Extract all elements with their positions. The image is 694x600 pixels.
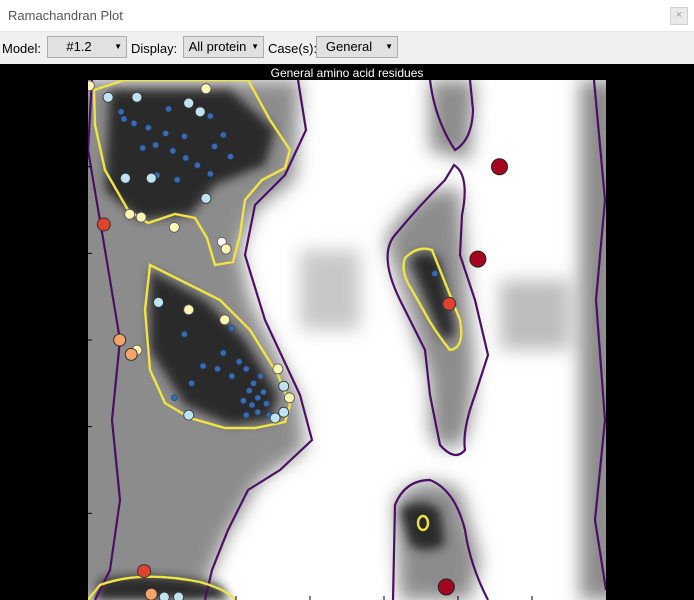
residue-point[interactable]	[278, 380, 290, 392]
residue-point[interactable]	[214, 365, 221, 373]
residue-point[interactable]	[173, 176, 181, 183]
residue-point[interactable]	[168, 221, 180, 233]
residue-point[interactable]	[442, 296, 457, 311]
residue-point[interactable]	[227, 153, 234, 160]
residue-point[interactable]	[137, 564, 152, 579]
residue-point[interactable]	[278, 406, 290, 418]
chevron-down-icon: ▼	[114, 42, 122, 51]
residue-point[interactable]	[254, 408, 262, 416]
residue-point[interactable]	[117, 108, 125, 116]
residue-point[interactable]	[250, 379, 257, 387]
residue-point[interactable]	[260, 388, 267, 396]
residue-point[interactable]	[120, 172, 131, 184]
residue-point[interactable]	[152, 141, 159, 149]
residue-point[interactable]	[257, 372, 265, 380]
residue-point[interactable]	[243, 365, 250, 373]
chevron-down-icon: ▼	[251, 42, 259, 51]
residue-point[interactable]	[437, 578, 455, 596]
residue-point[interactable]	[113, 333, 127, 347]
residue-point[interactable]	[124, 208, 136, 220]
model-dropdown[interactable]: #1.2 ▼	[47, 36, 127, 58]
cases-dropdown[interactable]: General ▼	[316, 36, 398, 58]
residue-point[interactable]	[220, 349, 227, 357]
residue-point[interactable]	[183, 97, 195, 109]
residue-point[interactable]	[200, 83, 212, 95]
residue-point[interactable]	[283, 392, 295, 404]
residue-point[interactable]	[220, 131, 227, 139]
residue-point[interactable]	[200, 192, 212, 204]
residue-point[interactable]	[145, 172, 157, 184]
residue-point[interactable]	[144, 587, 158, 600]
display-value: All protein	[188, 39, 247, 54]
model-label: Model:	[2, 41, 42, 56]
toolbar: Model: #1.2 ▼ Display: All protein ▼ Cas…	[0, 33, 694, 63]
residue-point[interactable]	[254, 394, 262, 402]
residue-point[interactable]	[228, 372, 236, 380]
residue-point[interactable]	[269, 412, 281, 424]
residue-point[interactable]	[130, 120, 138, 127]
residue-point[interactable]	[235, 358, 243, 366]
residue-point[interactable]	[182, 154, 190, 162]
residue-point[interactable]	[228, 325, 236, 332]
residue-point[interactable]	[207, 170, 214, 178]
display-dropdown[interactable]: All protein ▼	[183, 36, 264, 58]
residue-point[interactable]	[243, 411, 250, 419]
residue-point[interactable]	[171, 394, 178, 402]
residue-point[interactable]	[124, 347, 138, 361]
display-label: Display:	[131, 41, 178, 56]
residue-point[interactable]	[158, 591, 170, 600]
residue-point[interactable]	[220, 243, 232, 255]
residue-point[interactable]	[169, 147, 177, 155]
residue-point[interactable]	[145, 124, 152, 131]
residue-point[interactable]	[469, 250, 487, 268]
residue-point[interactable]	[135, 211, 147, 223]
window-title: Ramachandran Plot	[8, 8, 123, 23]
residue-point[interactable]	[153, 296, 164, 308]
residue-point[interactable]	[207, 112, 214, 120]
residue-point[interactable]	[199, 362, 207, 370]
residue-point[interactable]	[183, 304, 195, 316]
residue-point[interactable]	[181, 133, 188, 140]
residue-point[interactable]	[219, 314, 231, 326]
residue-point[interactable]	[84, 80, 95, 92]
residue-point[interactable]	[181, 330, 188, 338]
residue-point[interactable]	[165, 105, 172, 113]
residue-point[interactable]	[491, 158, 508, 176]
cases-value: General	[325, 39, 373, 54]
residue-point[interactable]	[194, 161, 201, 169]
residue-point[interactable]	[131, 91, 143, 103]
model-value: #1.2	[66, 39, 92, 54]
residue-point[interactable]	[211, 143, 218, 150]
residue-point[interactable]	[188, 379, 195, 387]
residue-point[interactable]	[162, 130, 169, 137]
residue-point[interactable]	[272, 363, 284, 375]
residue-point[interactable]	[120, 115, 128, 123]
residue-point[interactable]	[248, 401, 256, 409]
window-titlebar: Ramachandran Plot ×	[0, 0, 694, 32]
residue-point[interactable]	[240, 397, 247, 405]
residue-point[interactable]	[263, 400, 270, 407]
residue-point[interactable]	[183, 409, 195, 421]
residue-point[interactable]	[102, 91, 114, 103]
chevron-down-icon: ▼	[385, 42, 393, 51]
close-button[interactable]: ×	[670, 7, 688, 25]
residue-point[interactable]	[245, 387, 253, 394]
density-map	[88, 80, 606, 600]
residue-point[interactable]	[96, 217, 111, 232]
residue-point[interactable]	[431, 270, 439, 277]
residue-point[interactable]	[139, 144, 146, 152]
residue-point[interactable]	[173, 591, 184, 600]
residue-point[interactable]	[194, 106, 206, 118]
cases-label: Case(s):	[268, 41, 318, 56]
ramachandran-plot[interactable]	[0, 64, 694, 600]
